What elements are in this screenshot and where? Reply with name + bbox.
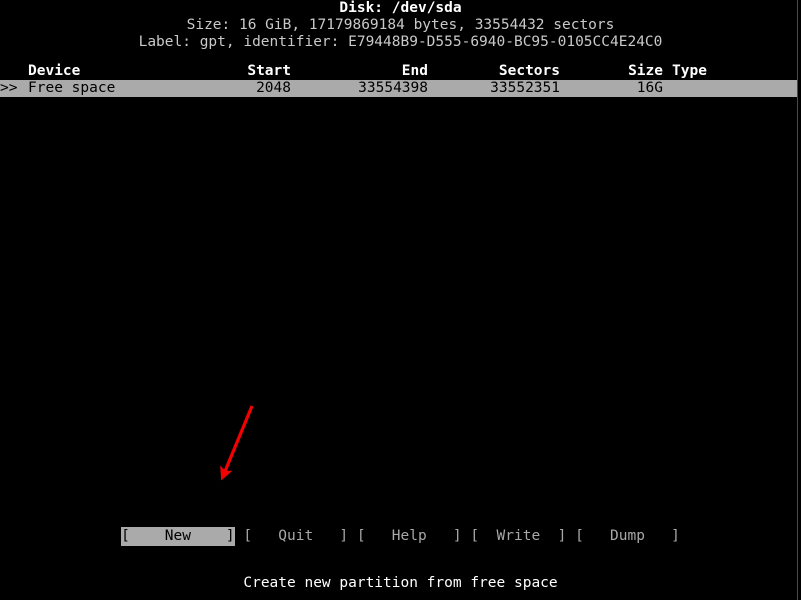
help-button[interactable]: [ Help ]: [357, 527, 462, 546]
partition-table: Device Start End Sectors Size Type >> Fr…: [0, 63, 801, 97]
button-gap-1: [235, 528, 244, 544]
row-selection-marker: >>: [0, 80, 18, 96]
column-header-start: Start: [247, 63, 291, 79]
column-header-size: Size: [628, 63, 663, 79]
row-device: Free space: [28, 80, 116, 96]
cfdisk-terminal-screen: Disk: /dev/sda Size: 16 GiB, 17179869184…: [0, 0, 801, 600]
column-header-sectors: Sectors: [498, 63, 560, 79]
disk-size-line: Size: 16 GiB, 17179869184 bytes, 3355443…: [186, 17, 615, 33]
row-size: 16G: [636, 80, 663, 96]
button-gap-3: [462, 528, 471, 544]
disk-title: Disk: /dev/sda: [339, 0, 462, 16]
write-button[interactable]: [ Write ]: [470, 527, 566, 546]
row-sectors: 33552351: [490, 80, 560, 96]
row-end: 33554398: [358, 80, 428, 96]
red-arrow-annotation: [220, 405, 254, 481]
dump-button[interactable]: [ Dump ]: [575, 527, 680, 546]
new-button[interactable]: [ New ]: [121, 527, 235, 546]
quit-button[interactable]: [ Quit ]: [243, 527, 348, 546]
disk-label-line: Label: gpt, identifier: E79448B9-D555-69…: [138, 34, 663, 50]
button-gap-4: [566, 528, 575, 544]
button-gap-2: [348, 528, 357, 544]
table-row[interactable]: >> Free space 2048 33554398 33552351 16G: [0, 80, 797, 97]
column-header-end: End: [401, 63, 428, 79]
column-header-device: Device: [28, 63, 81, 79]
action-button-bar: [ New ] [ Quit ] [ Help ] [ Write ] [ Du…: [0, 527, 801, 546]
row-start: 2048: [256, 80, 291, 96]
terminal-right-edge: [797, 0, 798, 600]
status-hint-text: Create new partition from free space: [243, 575, 558, 591]
column-header-type: Type: [672, 63, 707, 79]
table-header-row: Device Start End Sectors Size Type: [0, 63, 797, 80]
